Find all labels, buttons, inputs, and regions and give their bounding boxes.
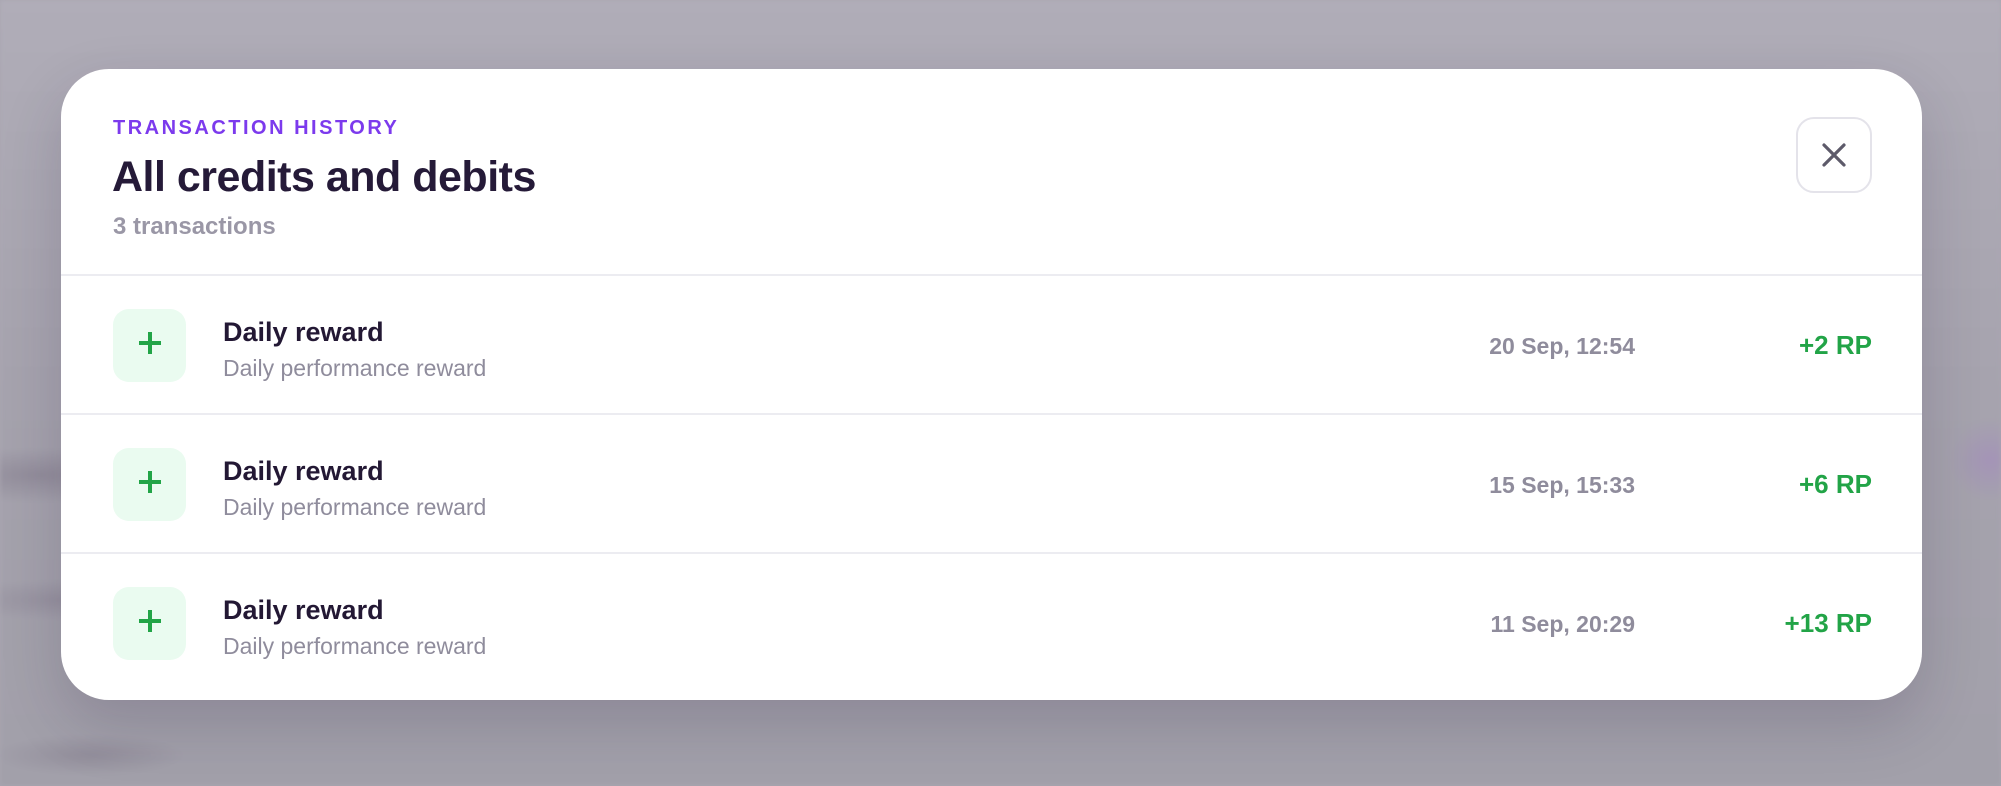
transaction-title: Daily reward [223,317,384,347]
transaction-date: 11 Sep, 20:29 [1490,611,1636,637]
plus-icon [138,610,161,637]
close-button[interactable] [1796,117,1872,193]
transaction-row[interactable]: Daily reward Daily performance reward 20… [61,276,1922,415]
transaction-amount: +2 RP [1799,330,1872,360]
transaction-description: Daily performance reward [223,633,487,659]
transaction-count: 3 transactions [113,213,276,240]
transaction-date: 20 Sep, 12:54 [1489,333,1635,359]
plus-icon [138,332,161,359]
credit-badge [113,587,186,660]
close-icon [1819,140,1849,170]
transaction-date: 15 Sep, 15:33 [1489,472,1635,498]
modal-header: TRANSACTION HISTORY All credits and debi… [61,69,1922,276]
transaction-list: Daily reward Daily performance reward 20… [61,276,1922,693]
transaction-amount: +13 RP [1784,608,1872,638]
transaction-amount: +6 RP [1799,469,1872,499]
transaction-text: Daily reward Daily performance reward [223,455,486,521]
plus-icon [138,471,161,498]
credit-badge [113,448,186,521]
transaction-description: Daily performance reward [223,355,487,381]
transaction-description: Daily performance reward [223,494,487,520]
transaction-text: Daily reward Daily performance reward [223,316,486,382]
transaction-row[interactable]: Daily reward Daily performance reward 15… [61,415,1922,554]
transaction-text: Daily reward Daily performance reward [223,594,486,660]
transaction-title: Daily reward [223,595,384,625]
modal-title: All credits and debits [112,153,536,201]
transaction-row[interactable]: Daily reward Daily performance reward 11… [61,554,1922,693]
transaction-title: Daily reward [223,456,384,486]
transaction-history-modal: TRANSACTION HISTORY All credits and debi… [61,69,1922,700]
credit-badge [113,309,186,382]
modal-eyebrow: TRANSACTION HISTORY [113,117,400,139]
